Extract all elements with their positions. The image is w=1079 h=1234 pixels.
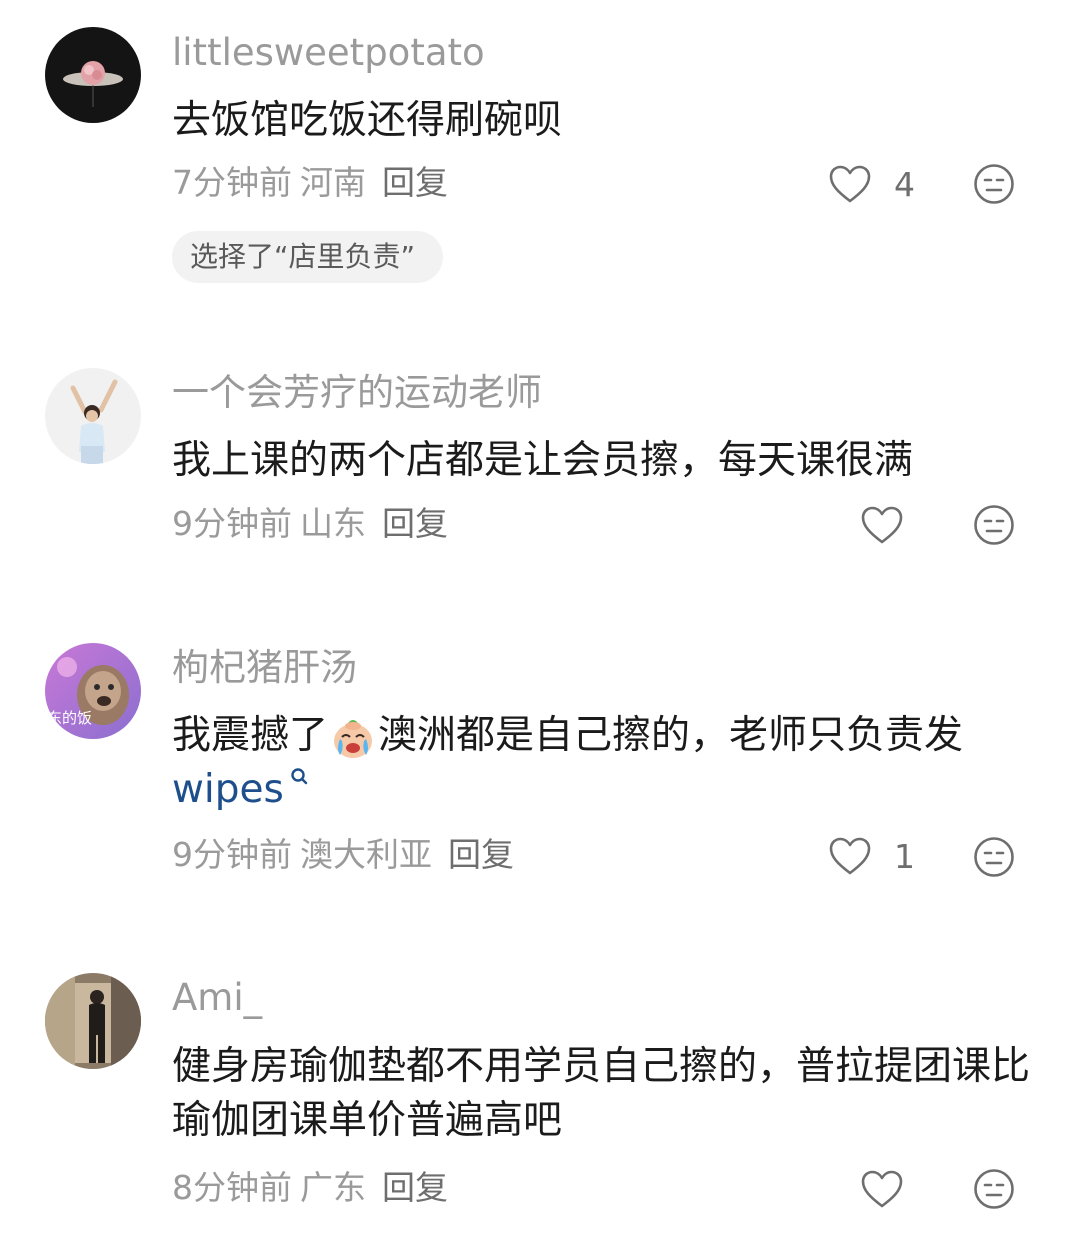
meh-face-icon bbox=[974, 505, 1014, 545]
choice-chip: 选择了“店里负责” bbox=[172, 231, 444, 283]
dislike-button[interactable] bbox=[973, 1168, 1015, 1210]
username[interactable]: littlesweetpotato bbox=[172, 34, 485, 71]
search-link[interactable]: wipes bbox=[172, 767, 284, 812]
reply-button[interactable]: 回复 bbox=[382, 504, 448, 543]
like-button[interactable] bbox=[860, 502, 904, 548]
comment-time: 9分钟前 bbox=[172, 504, 292, 543]
avatar[interactable]: 东的饭 bbox=[45, 643, 141, 739]
comment-item: 东的饭 枸杞猪肝汤 我震撼了 澳洲都是自己擦的，老师只负责发 wipes 9分钟前… bbox=[0, 615, 1079, 945]
comment-text-part: 澳洲都是自己擦的，老师只负责发 bbox=[378, 713, 964, 758]
avatar-caption: 东的饭 bbox=[47, 709, 92, 727]
heart-outline-icon bbox=[861, 506, 903, 544]
reply-button[interactable]: 回复 bbox=[382, 163, 448, 202]
comment-location: 山东 bbox=[300, 504, 366, 543]
comment-time: 8分钟前 bbox=[172, 1168, 292, 1207]
avatar[interactable] bbox=[45, 973, 141, 1069]
avatar[interactable] bbox=[45, 368, 141, 464]
comment-item: littlesweetpotato 去饭馆吃饭还得刷碗呗 7分钟前 河南 回复 4 … bbox=[0, 0, 1079, 330]
heart-outline-icon bbox=[861, 1170, 903, 1208]
dislike-button[interactable] bbox=[973, 836, 1015, 878]
comment-text: 健身房瑜伽垫都不用学员自己擦的，普拉提团课比瑜伽团课单价普遍高吧 bbox=[172, 1044, 1031, 1143]
like-button[interactable]: 1 bbox=[828, 833, 915, 879]
dislike-button[interactable] bbox=[973, 163, 1015, 205]
comment-meta: 9分钟前 澳大利亚 回复 bbox=[172, 838, 522, 871]
heart-outline-icon bbox=[829, 165, 871, 203]
comment-text: 我上课的两个店都是让会员擦，每天课很满 bbox=[172, 438, 914, 483]
comment-location: 澳大利亚 bbox=[300, 835, 432, 874]
heart-outline-icon bbox=[829, 837, 871, 875]
comment-time: 9分钟前 bbox=[172, 835, 292, 874]
crying-face-emoji bbox=[334, 719, 373, 758]
avatar[interactable] bbox=[45, 27, 141, 123]
meh-face-icon bbox=[974, 1169, 1014, 1209]
like-button[interactable]: 4 bbox=[828, 161, 915, 207]
reply-button[interactable]: 回复 bbox=[382, 1168, 448, 1207]
like-count: 1 bbox=[894, 836, 915, 876]
username[interactable]: Ami_ bbox=[172, 979, 262, 1016]
username[interactable]: 枸杞猪肝汤 bbox=[172, 649, 357, 686]
comment-text-part: 我震撼了 bbox=[172, 713, 329, 758]
comment-item: Ami_ 健身房瑜伽垫都不用学员自己擦的，普拉提团课比瑜伽团课单价普遍高吧 8分… bbox=[0, 945, 1079, 1234]
comment-meta: 8分钟前 广东 回复 bbox=[172, 1171, 456, 1204]
comment-time: 7分钟前 bbox=[172, 163, 292, 202]
search-icon[interactable] bbox=[290, 767, 308, 787]
like-button[interactable] bbox=[860, 1166, 904, 1212]
like-count: 4 bbox=[894, 164, 915, 204]
dislike-button[interactable] bbox=[973, 504, 1015, 546]
username[interactable]: 一个会芳疗的运动老师 bbox=[172, 374, 542, 411]
comment-text: 我震撼了 澳洲都是自己擦的，老师只负责发 wipes bbox=[172, 709, 1032, 817]
comment-meta: 9分钟前 山东 回复 bbox=[172, 507, 456, 540]
meh-face-icon bbox=[974, 837, 1014, 877]
comment-location: 广东 bbox=[300, 1168, 366, 1207]
reply-button[interactable]: 回复 bbox=[448, 835, 514, 874]
comment-meta: 7分钟前 河南 回复 bbox=[172, 166, 456, 199]
meh-face-icon bbox=[974, 164, 1014, 204]
comment-location: 河南 bbox=[300, 163, 366, 202]
comment-item: 一个会芳疗的运动老师 我上课的两个店都是让会员擦，每天课很满 9分钟前 山东 回复 bbox=[0, 340, 1079, 610]
comment-text: 去饭馆吃饭还得刷碗呗 bbox=[172, 98, 563, 143]
